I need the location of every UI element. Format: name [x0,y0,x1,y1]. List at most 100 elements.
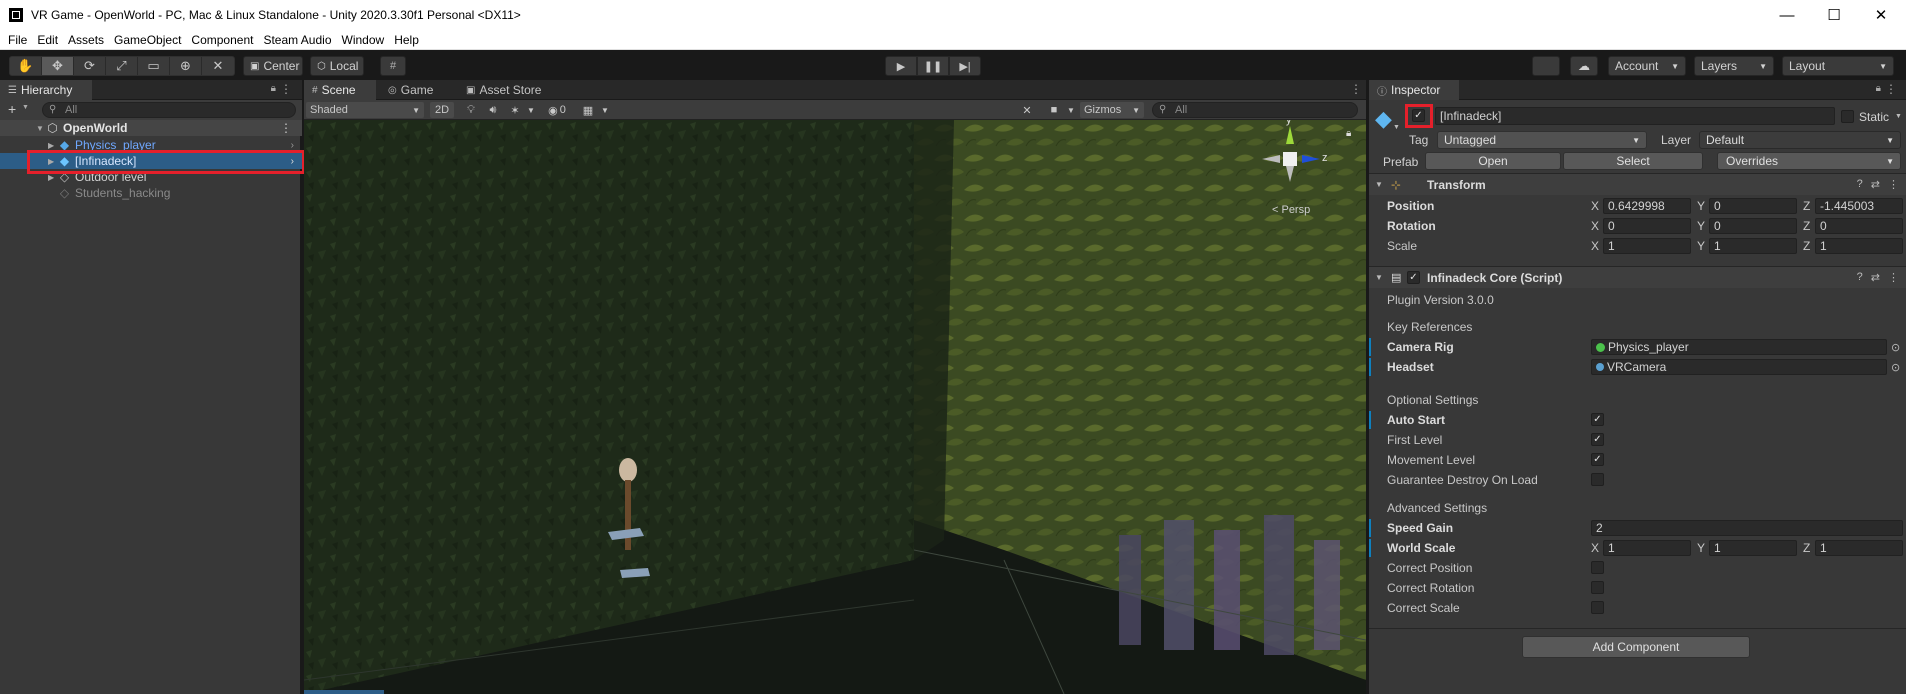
object-picker-icon[interactable]: ⊙ [1891,341,1900,354]
pause-icon[interactable]: ❚❚ [917,56,949,76]
camera-rig-field[interactable]: Physics_player [1591,339,1887,355]
menu-assets[interactable]: Assets [64,33,108,47]
speed-gain-field[interactable]: 2 [1591,520,1903,536]
scene-search-input[interactable]: ⚲ All [1152,102,1358,118]
correct-position-checkbox[interactable] [1591,561,1604,574]
add-component-button[interactable]: Add Component [1522,636,1750,658]
auto-start-checkbox[interactable]: ✓ [1591,413,1604,426]
world-scale-z-field[interactable]: 1 [1815,540,1903,556]
rotate-tool-icon[interactable]: ⟳ [74,57,106,75]
scene-viewport[interactable]: y z < Persp 🔒︎ [304,120,1366,694]
menu-file[interactable]: File [4,33,31,47]
prefab-overrides-dropdown[interactable]: Overrides ▼ [1717,152,1901,170]
play-icon[interactable]: ▶ [885,56,917,76]
chevron-down-icon[interactable]: ▼ [1066,102,1076,118]
script-enabled-checkbox[interactable]: ✓ [1407,271,1420,284]
world-scale-y-field[interactable]: 1 [1709,540,1797,556]
audio-icon[interactable]: 🔊︎ [484,102,502,118]
lighting-icon[interactable]: 💡︎ [462,102,480,118]
expand-arrow-icon[interactable]: ▶ [48,157,58,166]
grid-snap-button[interactable]: # [380,56,406,76]
position-z-field[interactable]: -1.445003 [1815,198,1903,214]
script-component-header[interactable]: ▼ ▤ ✓ Infinadeck Core (Script) ? ⇄ ⋮ [1369,266,1906,288]
pivot-local-button[interactable]: ⬡ Local [310,56,364,76]
step-icon[interactable]: ▶| [949,56,981,76]
hidden-objects-toggle[interactable]: ◉ 0 [540,102,574,118]
static-checkbox[interactable] [1841,110,1854,123]
prefab-select-button[interactable]: Select [1563,152,1703,170]
hierarchy-item-physics-player[interactable]: ▶ ◆ Physics_player › [0,137,302,153]
hierarchy-item-outdoor-level[interactable]: ▶ ◇ Outdoor level [0,169,302,185]
shading-mode-dropdown[interactable]: Shaded ▼ [306,102,424,118]
scale-z-field[interactable]: 1 [1815,238,1903,254]
perspective-label[interactable]: < Persp [1272,204,1310,216]
custom-tool-icon[interactable]: ✕ [202,57,234,75]
tab-inspector[interactable]: ⓘ Inspector [1369,80,1459,100]
menu-component[interactable]: Component [187,33,257,47]
tab-hierarchy[interactable]: ☰ Hierarchy [0,80,92,100]
lock-icon[interactable]: 🔒︎ [271,83,276,94]
position-x-field[interactable]: 0.6429998 [1603,198,1691,214]
lock-icon[interactable]: 🔒︎ [1876,83,1881,94]
kebab-menu-icon[interactable]: ⋮ [1350,82,1362,96]
menu-edit[interactable]: Edit [33,33,62,47]
hand-tool-icon[interactable]: ✋ [10,57,42,75]
hierarchy-search-input[interactable]: ⚲ All [42,102,296,118]
effects-icon[interactable]: ✶ [506,102,524,118]
help-icon[interactable]: ? [1857,178,1863,191]
active-checkbox[interactable]: ✓ [1412,109,1425,122]
rect-tool-icon[interactable]: ▭ [138,57,170,75]
lock-icon[interactable]: 🔒︎ [1346,128,1351,139]
expand-arrow-icon[interactable]: ▶ [48,141,58,150]
tools-icon[interactable]: ✕ [1018,102,1036,118]
cloud-button[interactable]: ☁ [1570,56,1598,76]
chevron-right-icon[interactable]: › [291,140,294,151]
collab-button[interactable] [1532,56,1560,76]
object-name-field[interactable]: [Infinadeck] [1435,107,1835,125]
menu-window[interactable]: Window [338,33,389,47]
scene-row[interactable]: ▼ ⬡ OpenWorld ⋮ [0,120,302,136]
chevron-down-icon[interactable]: ▼ [526,102,536,118]
position-y-field[interactable]: 0 [1709,198,1797,214]
rotation-x-field[interactable]: 0 [1603,218,1691,234]
grid-toggle-icon[interactable]: ▦ [578,102,598,118]
account-dropdown[interactable]: Account ▼ [1608,56,1686,76]
help-icon[interactable]: ? [1857,271,1863,284]
layers-dropdown[interactable]: Layers ▼ [1694,56,1774,76]
correct-rotation-checkbox[interactable] [1591,581,1604,594]
first-level-checkbox[interactable]: ✓ [1591,433,1604,446]
camera-icon[interactable]: ■ [1044,102,1064,118]
hierarchy-item-students-hacking[interactable]: ◇ Students_hacking [0,185,302,201]
kebab-menu-icon[interactable]: ⋮ [1885,82,1897,96]
chevron-down-icon[interactable]: ▼ [1393,124,1400,131]
close-button[interactable]: ✕ [1858,0,1904,30]
headset-field[interactable]: VRCamera [1591,359,1887,375]
tag-dropdown[interactable]: Untagged ▼ [1437,131,1647,149]
scene-menu-icon[interactable]: ⋮ [280,121,292,135]
pivot-center-button[interactable]: ▣ Center [243,56,303,76]
kebab-menu-icon[interactable]: ⋮ [1888,178,1899,191]
transform-tool-icon[interactable]: ⊕ [170,57,202,75]
object-picker-icon[interactable]: ⊙ [1891,361,1900,374]
menu-steam-audio[interactable]: Steam Audio [259,33,335,47]
menu-gameobject[interactable]: GameObject [110,33,185,47]
chevron-down-icon[interactable]: ▼ [22,104,29,111]
gizmos-dropdown[interactable]: Gizmos ▼ [1080,102,1144,118]
layer-dropdown[interactable]: Default ▼ [1699,131,1901,149]
expand-arrow-icon[interactable]: ▶ [48,173,58,182]
rotation-y-field[interactable]: 0 [1709,218,1797,234]
hierarchy-item-infinadeck[interactable]: ▶ ◆ [Infinadeck] › [0,153,302,169]
scene-orientation-gizmo[interactable]: y z < Persp [1262,120,1358,226]
move-tool-icon[interactable]: ✥ [42,57,74,75]
tab-game[interactable]: ◎ Game [380,80,446,100]
prefab-open-button[interactable]: Open [1425,152,1561,170]
kebab-menu-icon[interactable]: ⋮ [280,82,292,96]
2d-toggle[interactable]: 2D [430,102,454,118]
chevron-down-icon[interactable]: ▼ [1895,113,1902,120]
minimize-button[interactable]: — [1764,0,1810,30]
menu-help[interactable]: Help [390,33,423,47]
chevron-down-icon[interactable]: ▼ [1375,273,1383,282]
kebab-menu-icon[interactable]: ⋮ [1888,271,1899,284]
tab-scene[interactable]: # Scene [304,80,376,100]
world-scale-x-field[interactable]: 1 [1603,540,1691,556]
